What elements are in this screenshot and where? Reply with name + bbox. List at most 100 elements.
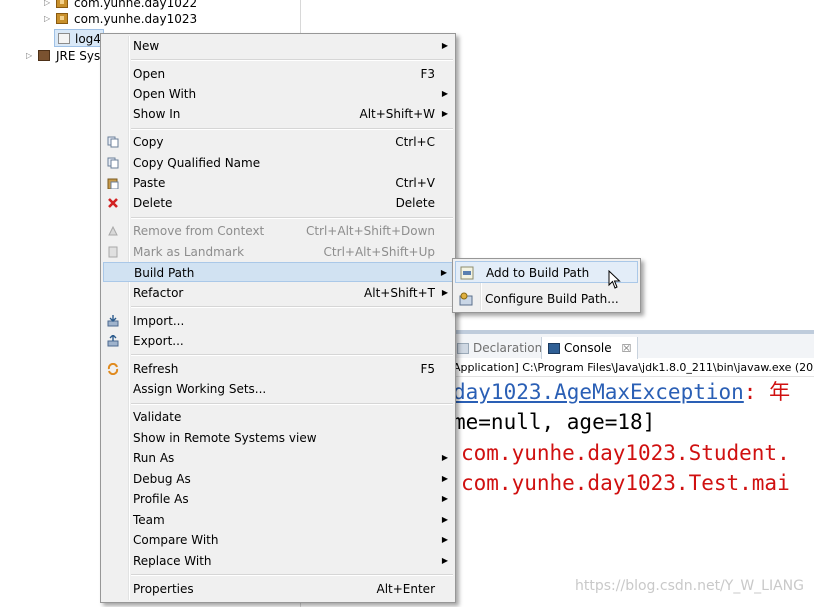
exception-link[interactable]: day1023.AgeMaxException	[453, 380, 744, 404]
menu-item-label: Add to Build Path	[486, 266, 590, 280]
close-icon[interactable]: ☒	[621, 342, 631, 355]
menu-item-label: Team	[133, 513, 165, 527]
export-icon	[107, 335, 119, 347]
menu-item-label: Properties	[133, 582, 194, 596]
menu-item-label: Delete	[133, 196, 173, 210]
submenu-arrow-icon: ▶	[441, 288, 448, 297]
exception-message: : 年	[743, 380, 791, 404]
menu-separator	[131, 354, 453, 356]
menu-item-accelerator: Ctrl+C	[395, 135, 435, 149]
menu-item-accelerator: Ctrl+Alt+Shift+Up	[323, 245, 435, 259]
expand-arrow-icon[interactable]: ▷	[26, 47, 36, 65]
console-output-line: day1023.AgeMaxException: 年	[453, 378, 790, 406]
console-stack-line: com.yunhe.day1023.Test.mai	[461, 471, 790, 495]
menu-item-debug-as[interactable]: Debug As ▶	[103, 469, 453, 489]
menu-item-label: Open With	[133, 87, 197, 101]
menu-item-delete[interactable]: Delete Delete	[103, 193, 453, 213]
menu-item-refactor[interactable]: Refactor Alt+Shift+T ▶	[103, 283, 453, 303]
console-stack-line: com.yunhe.day1023.Student.	[461, 441, 790, 465]
file-icon	[58, 33, 70, 44]
library-icon	[38, 50, 50, 61]
import-icon	[107, 315, 119, 327]
submenu-arrow-icon: ▶	[440, 268, 447, 277]
menu-item-compare-with[interactable]: Compare With ▶	[103, 530, 453, 550]
menu-item-assign-working-sets[interactable]: Assign Working Sets...	[103, 379, 453, 399]
copy-qualified-icon	[107, 157, 119, 169]
menu-item-label: Assign Working Sets...	[133, 382, 267, 396]
delete-icon	[108, 198, 118, 208]
menu-item-label: Replace With	[133, 554, 212, 568]
expand-arrow-icon[interactable]: ▷	[44, 10, 54, 28]
tree-item-label: log4	[75, 32, 101, 46]
package-icon	[56, 13, 68, 24]
menu-item-import[interactable]: Import...	[103, 311, 453, 331]
tab-declaration[interactable]: Declaration	[457, 337, 542, 359]
menu-item-paste[interactable]: Paste Ctrl+V	[103, 173, 453, 193]
package-icon	[56, 0, 68, 8]
menu-item-build-path[interactable]: Build Path ▶	[103, 262, 453, 282]
menu-item-accelerator: Ctrl+V	[395, 176, 435, 190]
menu-item-label: Profile As	[133, 492, 189, 506]
menu-separator	[131, 306, 453, 308]
menu-item-label: Mark as Landmark	[133, 245, 245, 259]
configure-build-path-icon	[459, 292, 473, 306]
watermark: https://blog.csdn.net/Y_W_LIANG	[575, 578, 804, 594]
menu-item-replace-with[interactable]: Replace With ▶	[103, 551, 453, 571]
tab-console[interactable]: Console ☒	[541, 337, 639, 359]
menu-item-accelerator: F5	[420, 362, 435, 376]
menu-item-copy[interactable]: Copy Ctrl+C	[103, 132, 453, 152]
menu-item-label: Paste	[133, 176, 166, 190]
submenu-arrow-icon: ▶	[441, 515, 448, 524]
menu-item-label: Validate	[133, 410, 182, 424]
menu-item-properties[interactable]: Properties Alt+Enter	[103, 579, 453, 599]
submenu-arrow-icon: ▶	[441, 556, 448, 565]
menu-item-configure-build-path[interactable]: Configure Build Path...	[455, 288, 638, 310]
menu-item-label: Refactor	[133, 286, 184, 300]
menu-separator	[131, 128, 453, 130]
menu-item-copy-qualified-name[interactable]: Copy Qualified Name	[103, 153, 453, 173]
menu-item-profile-as[interactable]: Profile As ▶	[103, 489, 453, 509]
menu-item-open-with[interactable]: Open With ▶	[103, 84, 453, 104]
menu-separator	[131, 403, 453, 405]
submenu-arrow-icon: ▶	[441, 453, 448, 462]
submenu-arrow-icon: ▶	[441, 535, 448, 544]
menu-item-new[interactable]: New ▶	[103, 36, 453, 56]
menu-item-accelerator: Delete	[395, 196, 435, 210]
add-build-path-icon	[460, 266, 474, 280]
menu-item-label: Show In	[133, 107, 181, 121]
menu-item-export[interactable]: Export...	[103, 331, 453, 351]
menu-item-label: Import...	[133, 314, 185, 328]
menu-separator	[131, 59, 453, 61]
console-view: Declaration Console ☒ Application] C:\Pr…	[453, 330, 814, 607]
menu-item-open[interactable]: Open F3	[103, 64, 453, 84]
tree-item-log4-file[interactable]: log4	[54, 29, 104, 47]
declaration-icon	[457, 343, 469, 354]
menu-item-refresh[interactable]: Refresh F5	[103, 359, 453, 379]
remove-context-icon	[108, 225, 118, 236]
menu-item-label: Debug As	[133, 472, 191, 486]
submenu-arrow-icon: ▶	[441, 89, 448, 98]
menu-item-label: Copy	[133, 135, 164, 149]
menu-item-remove-from-context[interactable]: Remove from Context Ctrl+Alt+Shift+Down	[103, 221, 453, 241]
view-tab-bar: Declaration Console ☒	[453, 330, 814, 359]
menu-item-accelerator: Ctrl+Alt+Shift+Down	[305, 224, 435, 238]
menu-item-show-in-remote-systems[interactable]: Show in Remote Systems view	[103, 428, 453, 448]
tab-label: Declaration	[473, 341, 543, 355]
menu-item-label: Show in Remote Systems view	[133, 431, 317, 445]
copy-icon	[107, 136, 119, 148]
console-icon	[548, 343, 560, 354]
menu-item-team[interactable]: Team ▶	[103, 510, 453, 530]
mouse-cursor-icon	[608, 270, 621, 289]
menu-item-show-in[interactable]: Show In Alt+Shift+W ▶	[103, 104, 453, 124]
submenu-arrow-icon: ▶	[441, 41, 448, 50]
tree-item-label: com.yunhe.day1023	[74, 12, 198, 26]
menu-item-label: Copy Qualified Name	[133, 156, 261, 170]
menu-item-run-as[interactable]: Run As ▶	[103, 448, 453, 468]
menu-item-validate[interactable]: Validate	[103, 407, 453, 427]
menu-item-accelerator: F3	[420, 67, 435, 81]
menu-item-label: Refresh	[133, 362, 179, 376]
menu-item-label: Open	[133, 67, 166, 81]
menu-item-label: Export...	[133, 334, 184, 348]
menu-item-mark-as-landmark[interactable]: Mark as Landmark Ctrl+Alt+Shift+Up	[103, 242, 453, 262]
submenu-arrow-icon: ▶	[441, 109, 448, 118]
